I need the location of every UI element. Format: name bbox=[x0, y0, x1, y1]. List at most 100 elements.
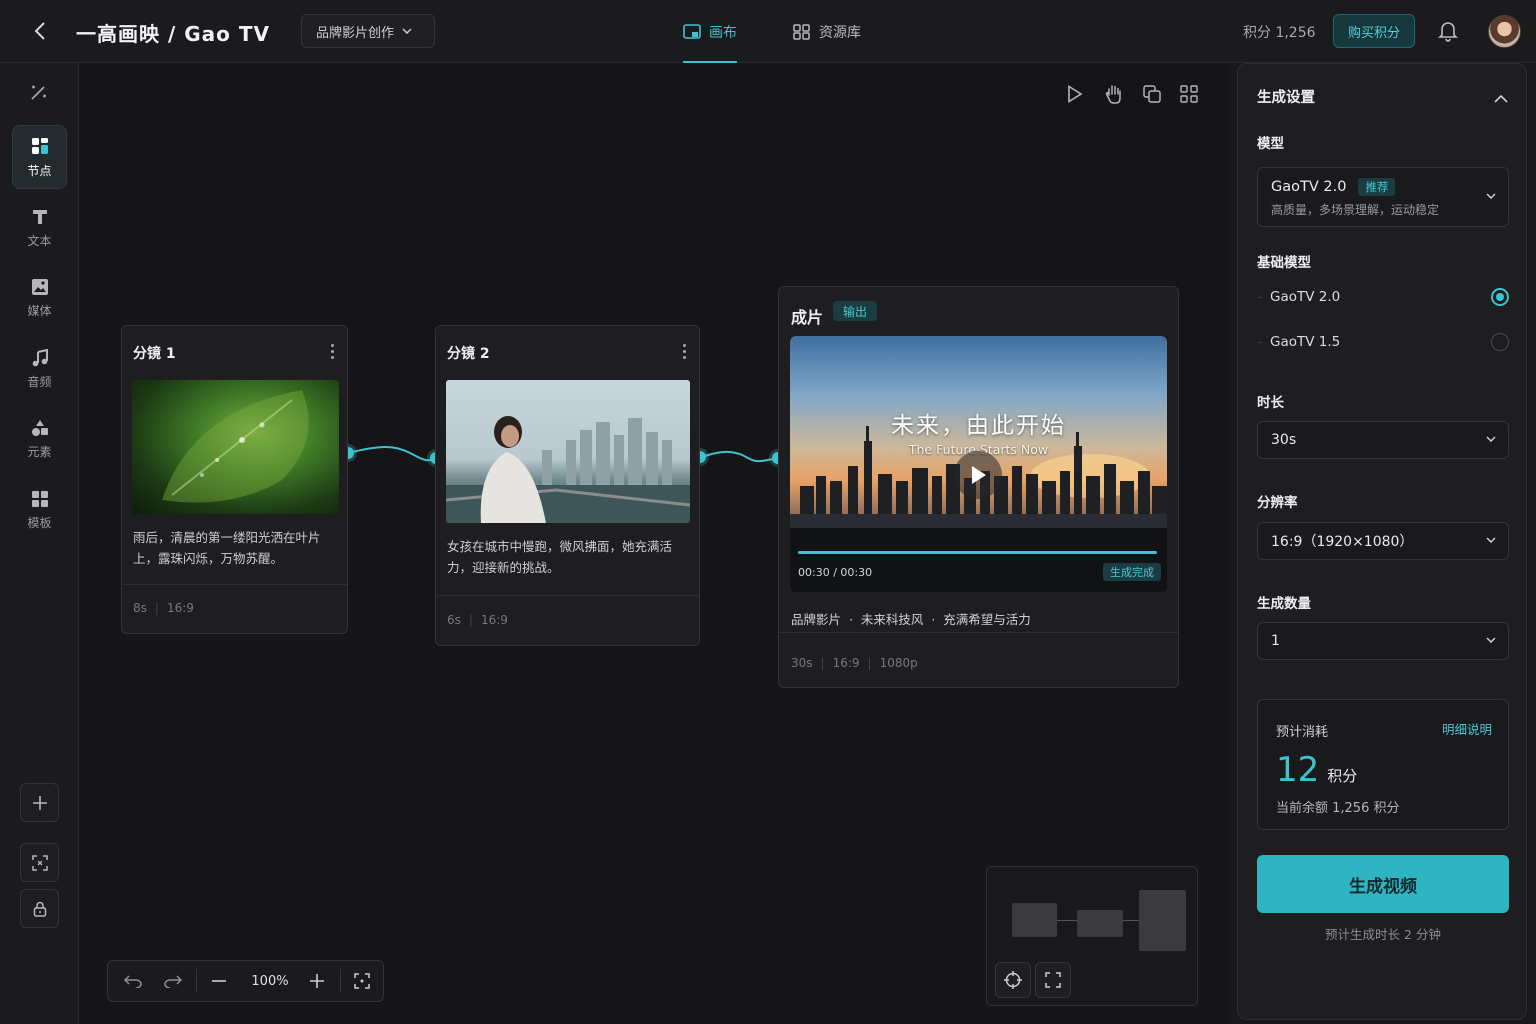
redo-icon bbox=[164, 975, 182, 988]
video-progress-bar[interactable] bbox=[798, 551, 1157, 554]
undo-button[interactable] bbox=[116, 961, 150, 1001]
model-select[interactable]: GaoTV 2.0 推荐 高质量，多场景理解，运动稳定 bbox=[1257, 167, 1509, 227]
count-label: 生成数量 bbox=[1257, 596, 1311, 612]
sidebar-item-text[interactable]: 文本 bbox=[12, 196, 67, 260]
count-value: 1 bbox=[1271, 633, 1280, 649]
fit-screen-button[interactable] bbox=[20, 843, 59, 882]
tab-canvas[interactable]: 画布 bbox=[683, 0, 737, 63]
add-button[interactable] bbox=[20, 783, 59, 822]
layout-grid-icon bbox=[1180, 85, 1198, 103]
video-player[interactable]: 未来，由此开始 The Future Starts Now 00:30 / 00… bbox=[790, 336, 1167, 592]
radio-selected[interactable] bbox=[1491, 288, 1509, 306]
lock-icon bbox=[33, 901, 46, 917]
model-name: GaoTV 2.0 bbox=[1271, 179, 1347, 195]
template-icon bbox=[31, 490, 48, 507]
sidebar-item-templates[interactable]: 模板 bbox=[12, 478, 67, 542]
base-model-option-2[interactable]: – GaoTV 1.5 bbox=[1257, 330, 1509, 354]
storyboard-card-2[interactable]: 分镜 2 女孩在城市中慢跑，微风拂面，她充满活力，迎接新的挑战。 6s | 16:9 bbox=[435, 325, 700, 646]
zoom-level: 100% bbox=[251, 973, 289, 989]
crosshair-icon bbox=[1004, 971, 1022, 989]
chevron-down-icon bbox=[1486, 193, 1496, 199]
nodes-icon bbox=[31, 137, 48, 154]
app-title: 一高画映 / Gao TV bbox=[76, 22, 270, 46]
radio-unselected[interactable] bbox=[1491, 333, 1509, 351]
sidebar-item-media[interactable]: 媒体 bbox=[12, 266, 67, 330]
lock-button[interactable] bbox=[20, 889, 59, 928]
chevron-down-icon bbox=[1486, 537, 1496, 543]
sidebar-item-elements[interactable]: 元素 bbox=[12, 407, 67, 471]
fit-view-button[interactable] bbox=[345, 961, 379, 1001]
card-meta: 8s | 16:9 bbox=[133, 601, 194, 615]
output-ratio: 16:9 bbox=[832, 656, 860, 670]
cost-summary: 预计消耗 明细说明 12 积分 当前余额 1,256 积分 bbox=[1257, 699, 1509, 830]
duplicate-tool-button[interactable] bbox=[1140, 82, 1164, 106]
leaf-thumbnail bbox=[132, 380, 339, 514]
more-icon[interactable] bbox=[683, 344, 687, 362]
collapse-button[interactable] bbox=[1494, 88, 1508, 107]
runner-thumbnail bbox=[446, 380, 690, 523]
cost-unit: 积分 bbox=[1327, 767, 1358, 785]
user-avatar[interactable] bbox=[1488, 15, 1521, 48]
resolution-label: 分辨率 bbox=[1257, 495, 1298, 511]
pan-tool-button[interactable] bbox=[1102, 82, 1126, 106]
divider bbox=[779, 632, 1178, 633]
option-label: GaoTV 1.5 bbox=[1270, 334, 1341, 350]
minimap-fit-button[interactable] bbox=[1035, 962, 1071, 998]
minimap[interactable] bbox=[986, 866, 1198, 1006]
notification-button[interactable] bbox=[1438, 20, 1458, 46]
base-model-option-1[interactable]: – GaoTV 2.0 bbox=[1257, 285, 1509, 309]
duration-select[interactable]: 30s bbox=[1257, 421, 1509, 459]
sidebar-item-nodes[interactable]: 节点 bbox=[12, 125, 67, 189]
storyboard-card-1[interactable]: 分镜 1 雨后，清晨的第一缕阳光洒在叶片上，露珠闪烁，万物苏醒。 8s | 16:9 bbox=[121, 325, 348, 634]
sidebar-item-label: 媒体 bbox=[27, 303, 52, 318]
more-icon[interactable] bbox=[331, 344, 335, 362]
minimap-node bbox=[1012, 903, 1057, 937]
copy-icon bbox=[1143, 85, 1161, 103]
recenter-button[interactable] bbox=[995, 962, 1031, 998]
minimap-node bbox=[1077, 910, 1123, 937]
buy-credits-button[interactable]: 购买积分 bbox=[1333, 14, 1415, 48]
divider bbox=[122, 584, 347, 585]
canvas-icon bbox=[683, 23, 701, 39]
status-badge: 生成完成 bbox=[1103, 563, 1161, 581]
sidebar-item-label: 元素 bbox=[27, 444, 52, 459]
video-play-button[interactable] bbox=[954, 451, 1002, 499]
model-description: 高质量，多场景理解，运动稳定 bbox=[1271, 203, 1440, 217]
left-toolbar: 节点 文本 媒体 音频 元素 模板 bbox=[0, 63, 79, 1024]
eta-text: 预计生成时长 2 分钟 bbox=[1325, 927, 1441, 942]
card-description: 女孩在城市中慢跑，微风拂面，她充满活力，迎接新的挑战。 bbox=[447, 539, 673, 575]
back-button[interactable] bbox=[28, 18, 52, 44]
play-tool-button[interactable] bbox=[1063, 82, 1087, 106]
tab-library[interactable]: 资源库 bbox=[793, 0, 861, 63]
model-label: 模型 bbox=[1257, 136, 1284, 152]
sidebar-item-audio[interactable]: 音频 bbox=[12, 337, 67, 401]
sidebar-item-label: 模板 bbox=[27, 515, 52, 530]
minimap-node bbox=[1139, 890, 1186, 951]
minimap-link bbox=[1057, 920, 1077, 921]
card-title: 分镜 2 bbox=[447, 346, 490, 362]
layout-tool-button[interactable] bbox=[1177, 82, 1201, 106]
count-select[interactable]: 1 bbox=[1257, 622, 1509, 660]
text-icon bbox=[32, 209, 47, 224]
duration-value: 30s bbox=[1271, 432, 1297, 448]
settings-panel: 生成设置 模型 GaoTV 2.0 推荐 高质量，多场景理解，运动稳定 基础模型… bbox=[1237, 63, 1527, 1020]
card-ratio: 16:9 bbox=[480, 613, 508, 627]
settings-title: 生成设置 bbox=[1257, 90, 1315, 106]
magic-wand-button[interactable] bbox=[28, 83, 50, 107]
zoom-out-button[interactable] bbox=[202, 961, 236, 1001]
cost-detail-link[interactable]: 明细说明 bbox=[1442, 719, 1492, 738]
minimap-link bbox=[1123, 920, 1139, 921]
shapes-icon bbox=[31, 419, 48, 436]
duration-label: 时长 bbox=[1257, 395, 1284, 411]
project-dropdown[interactable]: 品牌影片创作 bbox=[301, 14, 435, 48]
card-ratio: 16:9 bbox=[166, 601, 194, 615]
zoom-in-button[interactable] bbox=[300, 961, 334, 1001]
resolution-select[interactable]: 16:9（1920×1080） bbox=[1257, 522, 1509, 560]
zoom-toolbar: 100% bbox=[107, 960, 384, 1002]
cost-value: 12 bbox=[1276, 750, 1320, 790]
chevron-left-icon bbox=[34, 22, 45, 40]
generate-video-button[interactable]: 生成视频 bbox=[1257, 855, 1509, 913]
redo-button[interactable] bbox=[156, 961, 190, 1001]
output-meta: 30s | 16:9 | 1080p bbox=[791, 656, 918, 670]
plus-icon bbox=[32, 795, 47, 810]
